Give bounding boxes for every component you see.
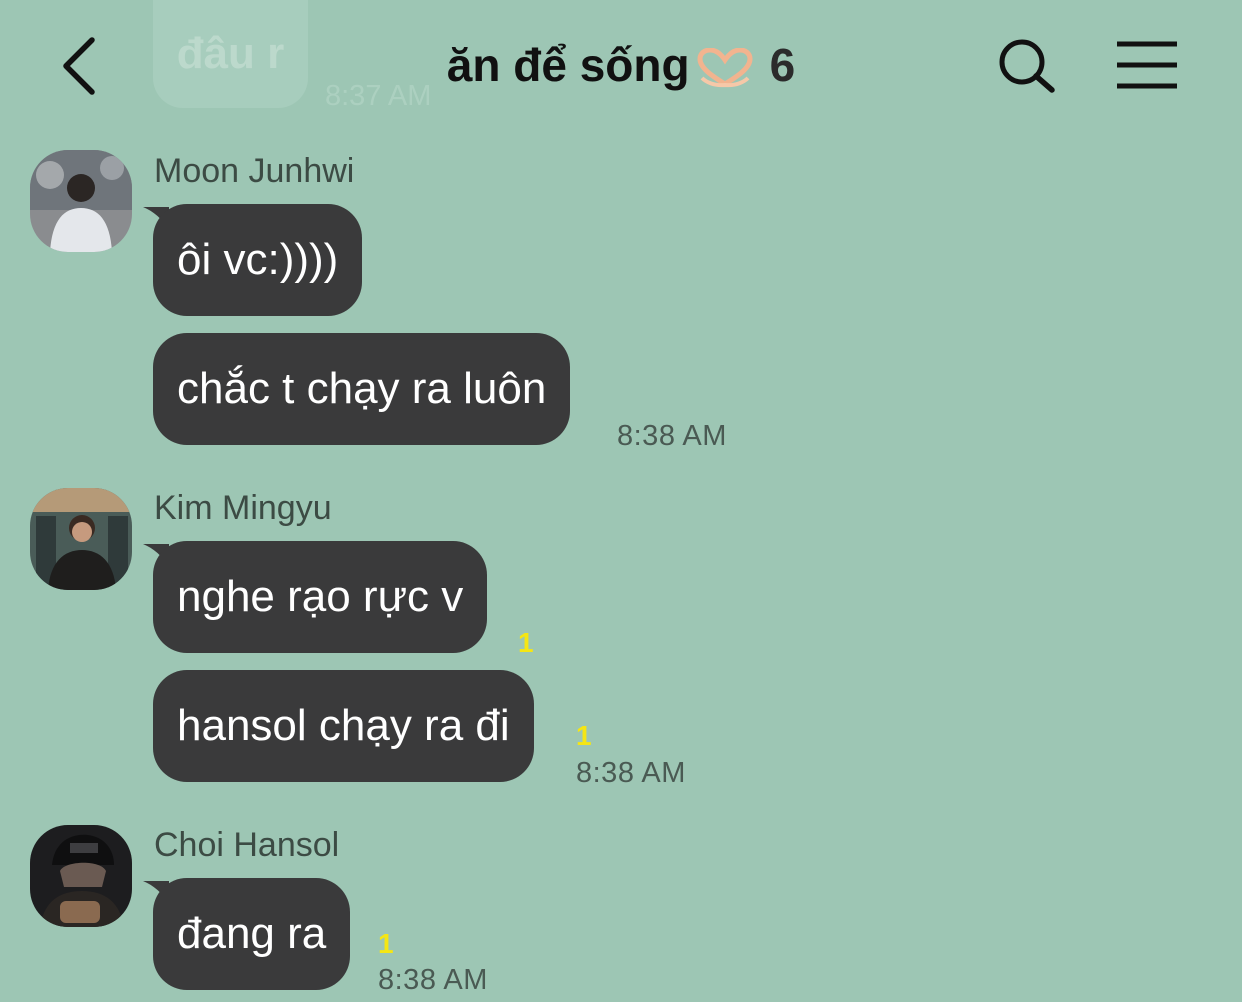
message-text: nghe rạo rực v (177, 572, 464, 621)
menu-button[interactable] (1115, 40, 1179, 90)
profile-photo (30, 825, 132, 927)
profile-photo (30, 150, 132, 252)
message-bubble[interactable]: hansol chạy ra đi (153, 670, 534, 782)
search-button[interactable] (996, 36, 1058, 98)
message-text: ôi vc:)))) (177, 235, 339, 284)
member-count: 6 (769, 39, 796, 91)
avatar-kim-mingyu[interactable] (30, 488, 132, 590)
unread-count: 1 (378, 928, 394, 959)
avatar-choi-hansol[interactable] (30, 825, 132, 927)
message-bubble[interactable]: chắc t chạy ra luôn (153, 333, 571, 445)
message-text: chắc t chạy ra luôn (177, 364, 547, 413)
search-icon (999, 39, 1055, 93)
message-time: 8:38 AM (378, 964, 488, 996)
message-bubble[interactable]: ôi vc:)))) (153, 204, 363, 316)
unread-count: 1 (576, 720, 592, 751)
sender-name: Moon Junhwi (154, 152, 355, 190)
message-bubble[interactable]: đang ra (153, 878, 351, 990)
chat-title-text: ăn để sống (446, 39, 690, 91)
message-time: 8:38 AM (576, 757, 686, 789)
sender-name: Kim Mingyu (154, 489, 332, 527)
hamburger-menu-icon (1117, 41, 1177, 89)
sender-name: Choi Hansol (154, 826, 340, 864)
profile-photo (30, 488, 132, 590)
unread-count: 1 (518, 627, 534, 658)
message-bubble[interactable]: nghe rạo rực v (153, 541, 488, 653)
heart-hands-icon (694, 45, 756, 88)
avatar-moon-junhwi[interactable] (30, 150, 132, 252)
message-text: hansol chạy ra đi (177, 701, 510, 750)
message-time: 8:38 AM (617, 420, 727, 452)
message-text: đang ra (177, 909, 327, 958)
